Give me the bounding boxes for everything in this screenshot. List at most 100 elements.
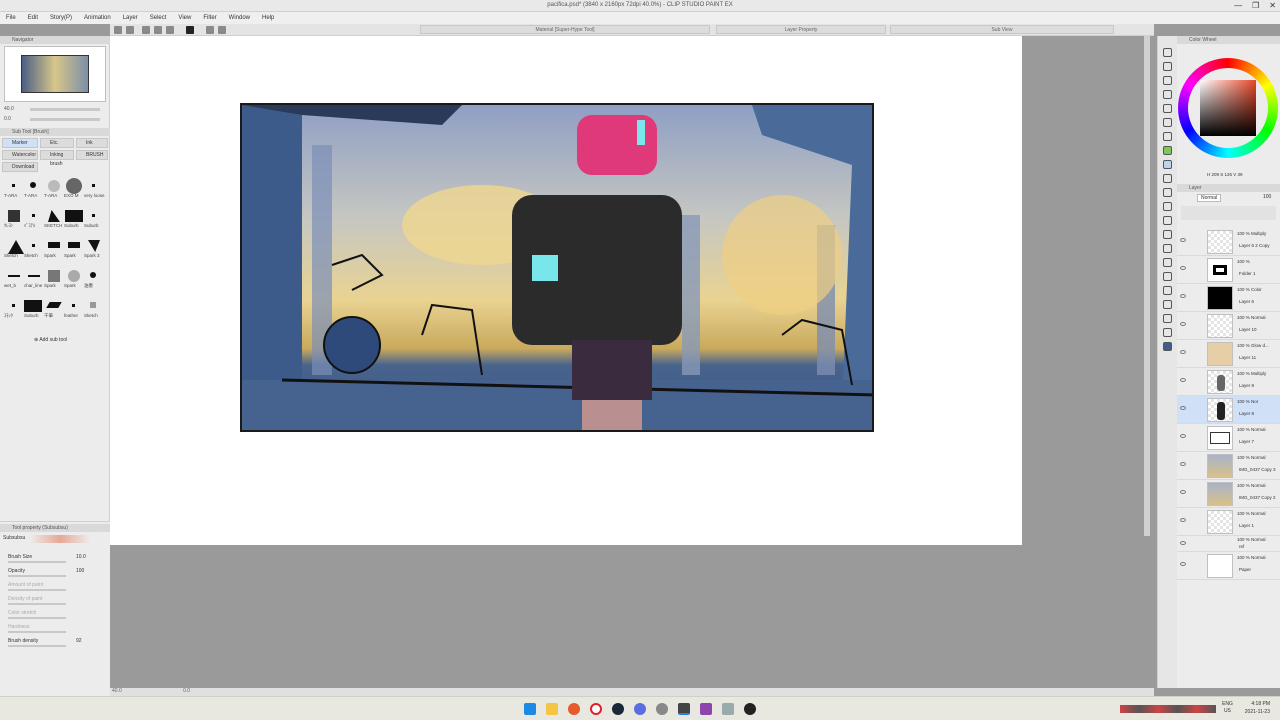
menu-help[interactable]: Help (262, 15, 274, 21)
brush-item[interactable]: 油墨 (84, 268, 102, 290)
undo-icon[interactable] (166, 26, 174, 34)
clip-studio-icon[interactable] (678, 703, 690, 715)
fill-icon[interactable] (1163, 230, 1172, 239)
menu-window[interactable]: Window (229, 15, 250, 21)
menu-icon[interactable] (114, 26, 122, 34)
menu-filter[interactable]: Filter (203, 15, 216, 21)
brush-item[interactable]: Spark (44, 268, 62, 290)
vertical-scrollbar[interactable] (1144, 36, 1150, 536)
open-icon[interactable] (142, 26, 150, 34)
brush-item[interactable]: very loose (84, 178, 105, 200)
brush-item[interactable]: char_line (24, 268, 42, 290)
language-indicator[interactable]: ENG US (1222, 701, 1233, 715)
visibility-icon[interactable] (1180, 406, 1186, 410)
move-layer-icon[interactable] (1163, 90, 1172, 99)
transform-icon[interactable] (218, 26, 226, 34)
brush-item[interactable]: Spark (64, 238, 82, 260)
brush-item[interactable]: EXO M (64, 178, 82, 200)
visibility-icon[interactable] (1180, 350, 1186, 354)
frame-icon[interactable] (1163, 272, 1172, 281)
tool-icon[interactable] (722, 703, 734, 715)
canvas-paper[interactable] (110, 36, 1022, 545)
brush-icon[interactable] (1163, 160, 1172, 169)
visibility-icon[interactable] (1180, 490, 1186, 494)
brush-item[interactable]: T-ARA (44, 178, 62, 200)
visibility-icon[interactable] (1180, 518, 1186, 522)
brush-item[interactable]: 千筆 (44, 298, 62, 320)
close-button[interactable]: ✕ (1269, 1, 1276, 10)
visibility-icon[interactable] (1180, 541, 1186, 545)
brush-item[interactable]: SKETCH (44, 208, 62, 230)
steam-icon[interactable] (612, 703, 624, 715)
layer-row[interactable]: 100 % Normal IMG_0437 Copy 3 (1177, 452, 1280, 480)
print-icon[interactable] (186, 26, 194, 34)
rotation-slider[interactable] (30, 118, 100, 121)
opera-icon[interactable] (590, 703, 602, 715)
visibility-icon[interactable] (1180, 434, 1186, 438)
clear-icon[interactable] (206, 26, 214, 34)
maximize-button[interactable]: ❐ (1252, 1, 1259, 10)
tab-layer-property[interactable]: Layer Property (716, 25, 886, 34)
brush-item[interactable]: ﾊﾟｽﾃﾙ (24, 208, 42, 230)
brush-item[interactable]: ｽﾓｯｸ (4, 298, 22, 320)
tab-material[interactable]: Material [Super-Hype Tool] (420, 25, 710, 34)
app-icon[interactable] (656, 703, 668, 715)
eyedropper-icon[interactable] (1163, 118, 1172, 127)
artwork-image[interactable] (240, 103, 874, 432)
menu-animation[interactable]: Animation (84, 15, 111, 21)
visibility-icon[interactable] (1180, 266, 1186, 270)
visibility-icon[interactable] (1180, 378, 1186, 382)
tab-sub-view[interactable]: Sub View (890, 25, 1114, 34)
new-file-icon[interactable] (126, 26, 134, 34)
layer-opacity[interactable]: 100 (1263, 194, 1271, 200)
save-icon[interactable] (154, 26, 162, 34)
canvas-area[interactable] (110, 36, 1154, 688)
layer-row[interactable]: 100 % Folder 1 (1177, 256, 1280, 284)
operation-icon[interactable] (1163, 76, 1172, 85)
file-explorer-icon[interactable] (546, 703, 558, 715)
visibility-icon[interactable] (1180, 294, 1186, 298)
layer-row[interactable]: 100 % Glow d... Layer 11 (1177, 340, 1280, 368)
zoom-slider[interactable] (30, 108, 100, 111)
minimize-button[interactable]: — (1234, 1, 1242, 10)
eraser-icon[interactable] (1163, 202, 1172, 211)
layer-row[interactable]: 100 % Normal Layer 7 (1177, 424, 1280, 452)
tab-ink[interactable]: Ink (76, 138, 108, 148)
navigator-preview[interactable] (4, 46, 106, 102)
layer-row[interactable]: 100 % Color Layer 6 (1177, 284, 1280, 312)
pen-icon[interactable] (1163, 132, 1172, 141)
menu-edit[interactable]: Edit (28, 15, 38, 21)
obs-icon[interactable] (744, 703, 756, 715)
brush-item[interactable]: Sketch (4, 238, 24, 260)
zoom-icon[interactable] (1163, 48, 1172, 57)
status-zoom[interactable]: 40.0 (112, 688, 122, 694)
color-wheel[interactable] (1178, 58, 1278, 158)
brush-item[interactable]: Sketch (24, 238, 42, 260)
layer-row[interactable]: 100 % Normal Layer 10 (1177, 312, 1280, 340)
airbrush-icon[interactable] (1163, 174, 1172, 183)
brush-item[interactable]: T-ARA (4, 178, 22, 200)
brush-item[interactable]: Spark 3 (84, 238, 102, 260)
navigator-rotation[interactable]: 0.0 (4, 116, 11, 122)
selection-icon[interactable] (1163, 104, 1172, 113)
firefox-icon[interactable] (568, 703, 580, 715)
figure-icon[interactable] (1163, 258, 1172, 267)
add-sub-tool-button[interactable]: ⊕ Add sub tool (34, 337, 67, 343)
ruler-icon[interactable] (1163, 286, 1172, 295)
brush-item[interactable]: Spark (44, 238, 62, 260)
visibility-icon[interactable] (1180, 238, 1186, 242)
brush-item[interactable]: feather (64, 298, 82, 320)
correct-line-icon[interactable] (1163, 328, 1172, 337)
layer-row-selected[interactable]: 100 % Nor Layer 8 (1177, 396, 1280, 424)
tab-watercolor[interactable]: Watercolor (2, 150, 38, 160)
blend-mode-select[interactable]: Normal (1197, 194, 1222, 202)
layer-row[interactable]: 100 % Normal Layer 1 (1177, 508, 1280, 536)
tab-download[interactable]: Download (2, 162, 38, 172)
brush-item[interactable]: Spark (64, 268, 82, 290)
layer-row[interactable]: 100 % Multiply Layer 9 (1177, 368, 1280, 396)
layer-row[interactable]: 100 % Normal IMG_0437 Copy 2 (1177, 480, 1280, 508)
visibility-icon[interactable] (1180, 462, 1186, 466)
tab-inking-brush[interactable]: Inking brush (40, 150, 74, 167)
brush-item[interactable]: wet_b (4, 268, 22, 290)
opacity-row[interactable]: Opacity 100 (8, 568, 104, 580)
